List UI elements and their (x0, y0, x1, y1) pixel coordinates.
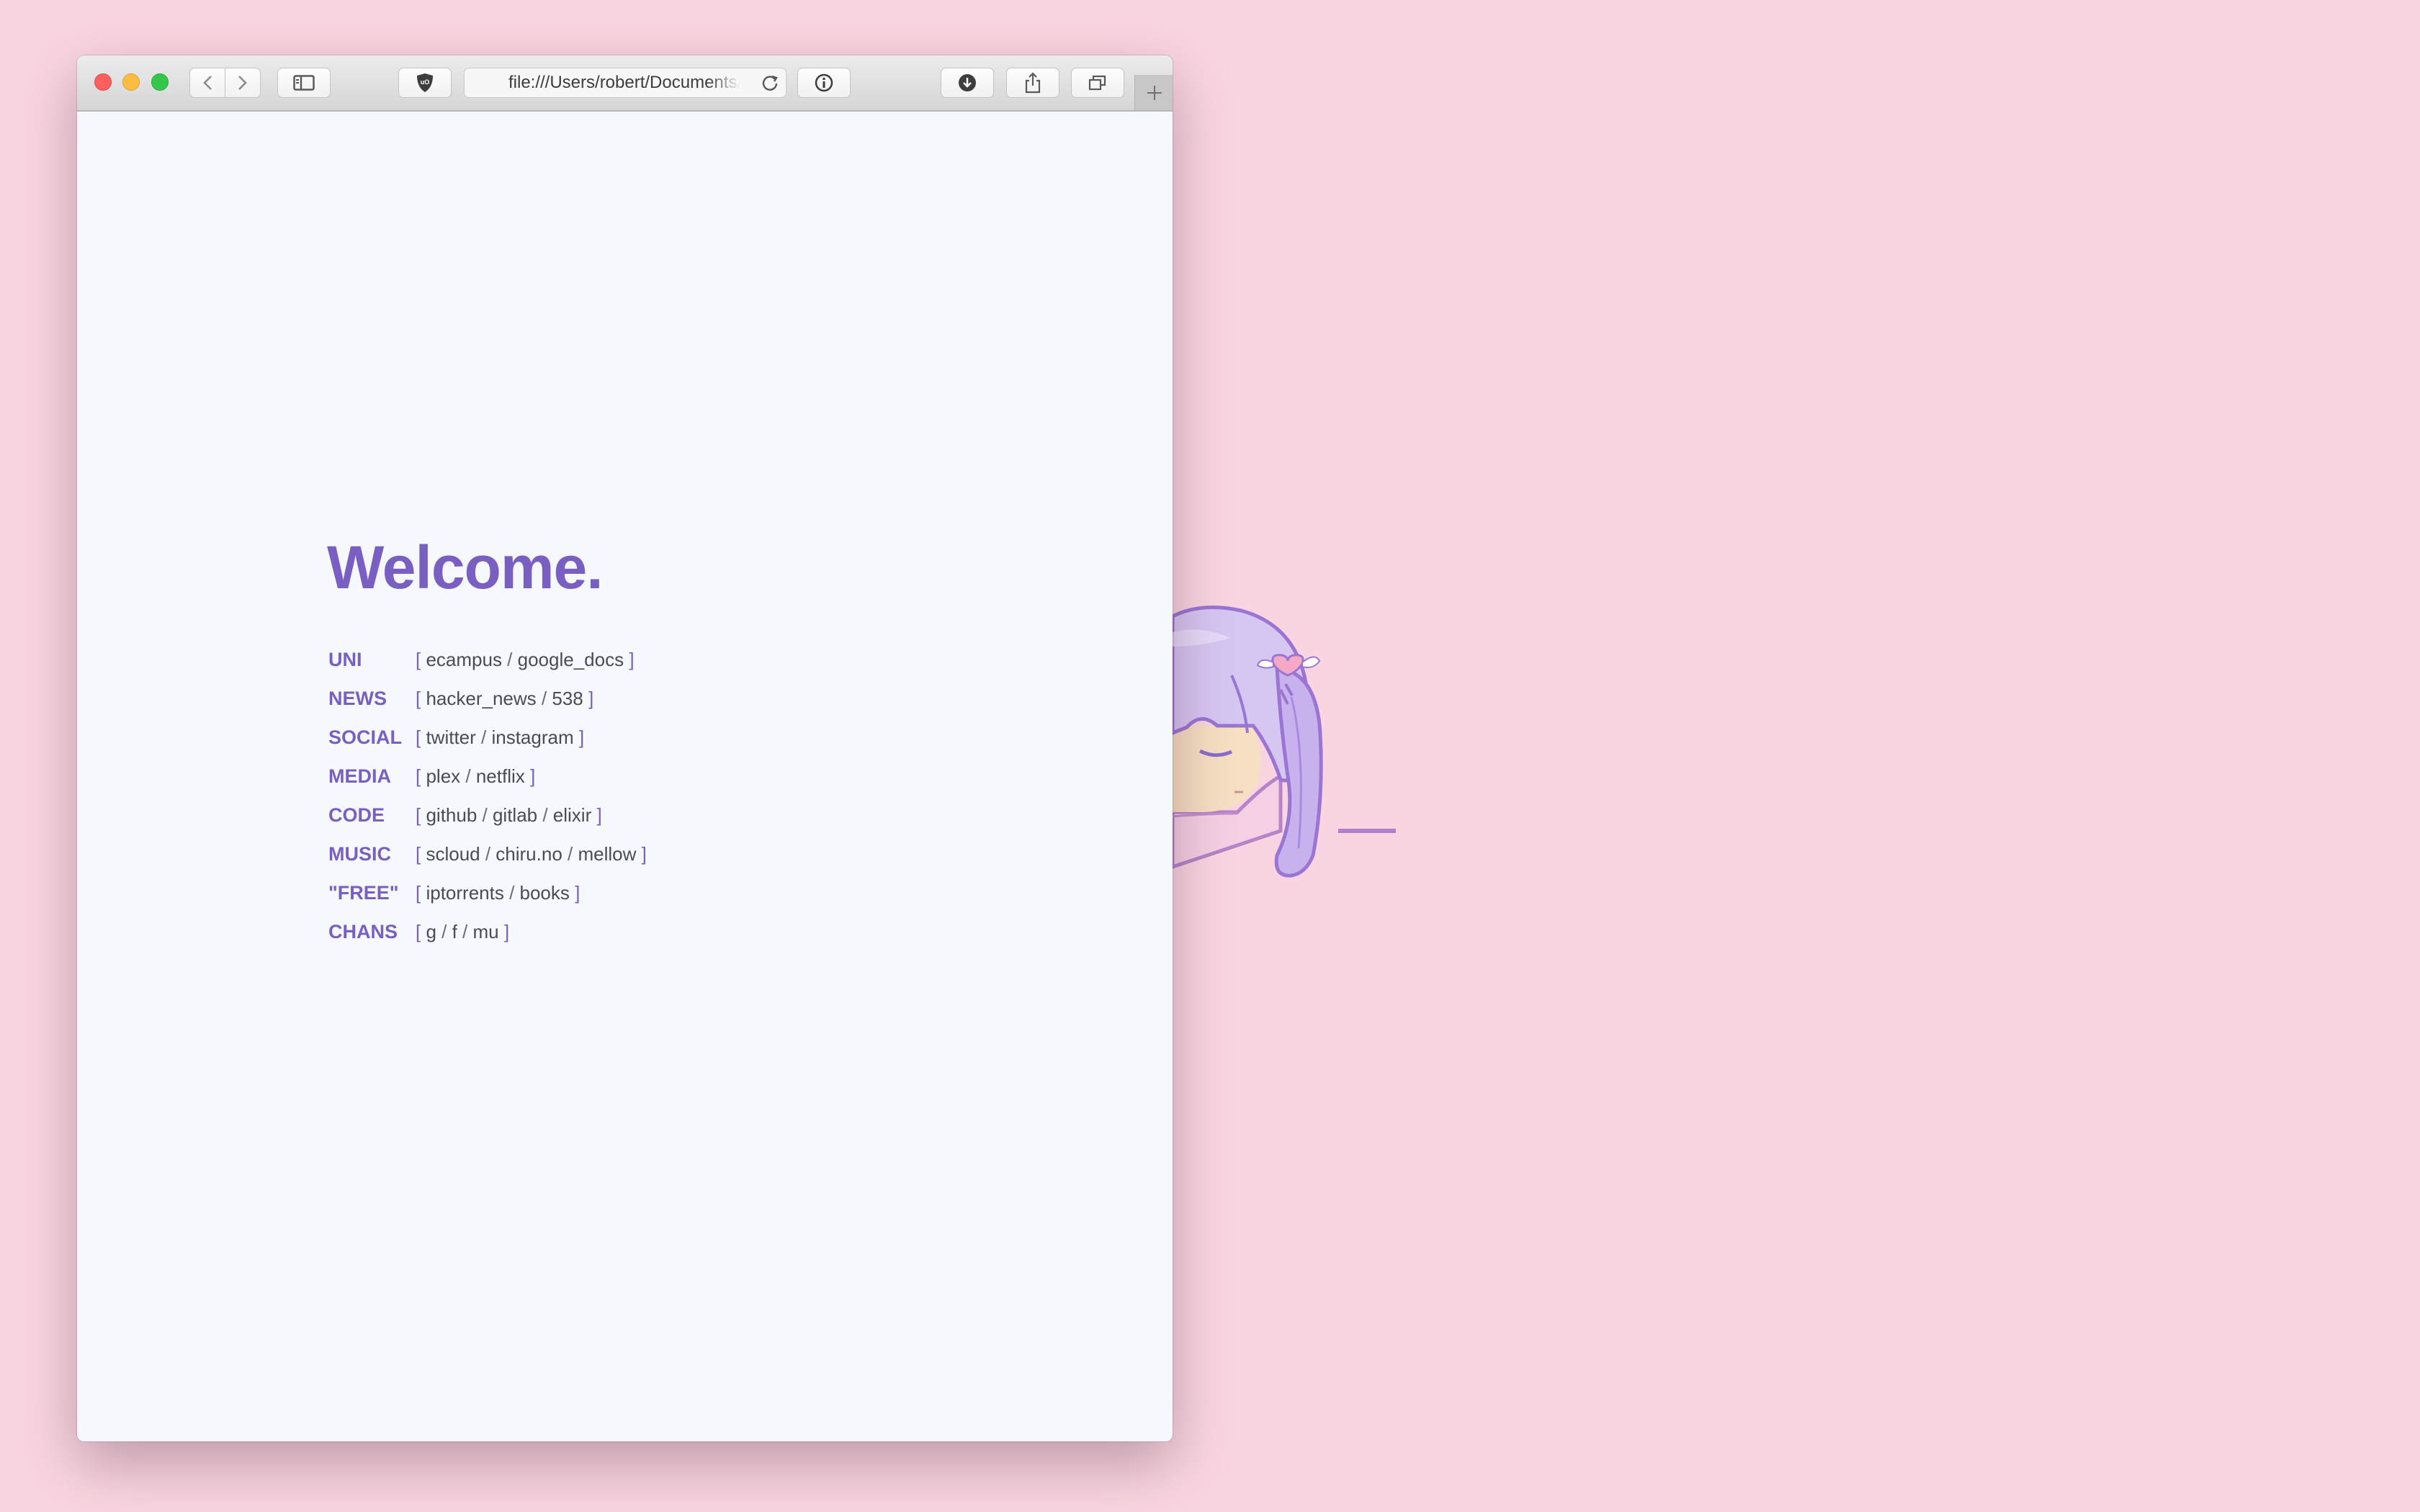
open-bracket: [ (416, 804, 426, 826)
link-f[interactable]: f (452, 921, 457, 942)
close-bracket: ] (591, 804, 602, 826)
sidebar-icon (293, 75, 315, 91)
close-bracket: ] (498, 921, 510, 942)
info-button[interactable] (797, 68, 851, 98)
link-separator: / (480, 843, 496, 865)
address-bar[interactable]: file:///Users/robert/Documents/startpage… (464, 68, 786, 98)
category-label: MUSIC (328, 843, 391, 865)
link-separator: / (536, 688, 552, 709)
sidebar-button[interactable] (277, 68, 331, 98)
link-separator: / (457, 921, 473, 942)
forward-icon (238, 76, 247, 90)
svg-text:uO: uO (421, 78, 430, 86)
link-group: [ hacker_news / 538 ] (416, 686, 593, 711)
address-url[interactable]: file:///Users/robert/Documents/startpage… (508, 68, 740, 97)
category-label: NEWS (328, 688, 387, 709)
open-bracket: [ (416, 843, 426, 865)
open-bracket: [ (416, 882, 426, 904)
category-label: CHANS (328, 921, 398, 942)
browser-toolbar: uO file:///Users/robert/Documents/startp… (77, 55, 1173, 112)
category-label: "FREE" (328, 882, 399, 904)
close-bracket: ] (624, 649, 635, 670)
link-group: [ ecampus / google_docs ] (416, 647, 635, 672)
link-twitter[interactable]: twitter (426, 726, 475, 748)
show-all-tabs-button[interactable] (1071, 68, 1124, 98)
link-mellow[interactable]: mellow (578, 843, 636, 865)
open-bracket: [ (416, 649, 426, 670)
category-label: CODE (328, 804, 385, 826)
reload-icon[interactable] (760, 73, 780, 93)
close-bracket: ] (573, 726, 585, 748)
link-group: [ g / f / mu ] (416, 919, 509, 944)
link-scloud[interactable]: scloud (426, 843, 480, 865)
zoom-button[interactable] (151, 73, 169, 91)
close-bracket: ] (636, 843, 647, 865)
download-button[interactable] (941, 68, 994, 98)
close-bracket: ] (524, 765, 536, 787)
link-netflix[interactable]: netflix (476, 765, 525, 787)
share-icon (1025, 72, 1041, 94)
link-gitlab[interactable]: gitlab (493, 804, 537, 826)
page-title: Welcome. (327, 534, 604, 601)
back-icon (203, 76, 212, 90)
link-books[interactable]: books (520, 882, 570, 904)
link-separator: / (537, 804, 553, 826)
forward-button[interactable] (225, 68, 261, 98)
link-ecampus[interactable]: ecampus (426, 649, 502, 670)
new-tab-button[interactable] (1134, 75, 1173, 110)
link-separator: / (562, 843, 578, 865)
link-group: [ twitter / instagram ] (416, 725, 584, 750)
open-bracket: [ (416, 688, 426, 709)
link-group: [ scloud / chiru.no / mellow ] (416, 842, 647, 866)
category-label: UNI (328, 649, 362, 670)
link-github[interactable]: github (426, 804, 477, 826)
link-iptorrents[interactable]: iptorrents (426, 882, 503, 904)
open-bracket: [ (416, 765, 426, 787)
link-538[interactable]: 538 (552, 688, 583, 709)
browser-window: uO file:///Users/robert/Documents/startp… (77, 55, 1173, 1441)
new-tab-plus-icon (1147, 85, 1162, 100)
share-button[interactable] (1006, 68, 1059, 98)
link-separator: / (501, 649, 518, 670)
link-separator: / (503, 882, 520, 904)
link-group: [ iptorrents / books ] (416, 881, 580, 905)
back-button[interactable] (189, 68, 225, 98)
category-label: MEDIA (328, 765, 391, 787)
link-separator: / (460, 765, 476, 787)
close-bracket: ] (569, 882, 581, 904)
link-mu[interactable]: mu (473, 921, 499, 942)
minimize-button[interactable] (122, 73, 140, 91)
open-bracket: [ (416, 726, 426, 748)
link-google-docs[interactable]: google_docs (518, 649, 624, 670)
link-group: [ github / gitlab / elixir ] (416, 803, 602, 827)
close-button[interactable] (94, 73, 112, 91)
anime-girl-wallpaper-illustration (1170, 603, 1403, 895)
ublock-extension-button[interactable]: uO (398, 68, 452, 98)
download-icon (959, 74, 976, 91)
link-plex[interactable]: plex (426, 765, 460, 787)
open-bracket: [ (416, 921, 426, 942)
ublock-shield-icon: uO (417, 73, 433, 92)
close-bracket: ] (583, 688, 594, 709)
link-g[interactable]: g (426, 921, 436, 942)
link-hacker-news[interactable]: hacker_news (426, 688, 536, 709)
link-instagram[interactable]: instagram (491, 726, 573, 748)
tabs-icon (1088, 75, 1106, 91)
link-chiru-no[interactable]: chiru.no (496, 843, 563, 865)
link-separator: / (436, 921, 452, 942)
link-elixir[interactable]: elixir (553, 804, 591, 826)
link-separator: / (477, 804, 493, 826)
category-label: SOCIAL (328, 726, 403, 748)
link-separator: / (475, 726, 492, 748)
link-group: [ plex / netflix ] (416, 764, 535, 788)
info-icon (815, 73, 833, 92)
page-content (77, 112, 1173, 1441)
